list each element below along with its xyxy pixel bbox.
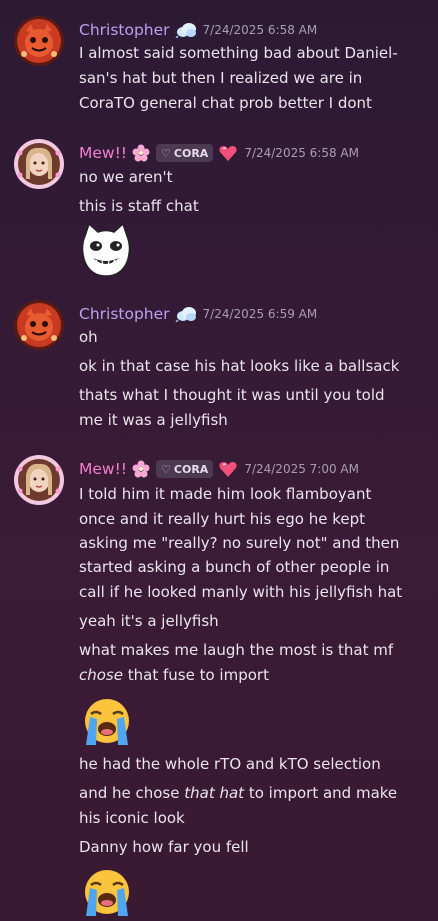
sparkling-heart-icon <box>218 460 238 478</box>
server-tag-label: CORA <box>173 462 209 476</box>
message-line: ok in that case his hat looks like a bal… <box>79 357 400 375</box>
italic-text: chose <box>79 666 123 684</box>
message-line: asking me "really? no surely not" and th… <box>79 534 400 552</box>
message-line: yeah it's a jellyfish <box>79 612 219 630</box>
timestamp: 7/24/2025 7:00 AM <box>244 462 359 476</box>
message-line: chose that fuse to import <box>79 663 429 687</box>
username[interactable]: Mew!! <box>79 144 127 162</box>
avatar-christopher[interactable] <box>14 16 64 66</box>
sparkling-heart-icon <box>218 144 238 162</box>
message-line: once and it really hurt his ego he kept <box>79 510 366 528</box>
message-line: and he chose that hat to import and make <box>79 781 429 805</box>
message-line: san's hat but then I realized we are in <box>79 69 363 87</box>
message-line: his iconic look <box>79 809 185 827</box>
message-header: Mew!! ♡ CORA <box>79 142 359 164</box>
cloud-icon <box>175 22 197 38</box>
message-line: he had the whole rTO and kTO selection <box>79 755 381 773</box>
message-line: no we aren't <box>79 168 173 186</box>
username[interactable]: Christopher <box>79 21 170 39</box>
message-line: thats what I thought it was until you to… <box>79 386 385 404</box>
heart-icon: ♡ <box>161 462 171 476</box>
cloud-icon <box>175 306 197 322</box>
message-header: Christopher 7/24/2025 6:59 AM <box>79 303 317 325</box>
message-text: that fuse to import <box>127 666 269 684</box>
message-text: to import and make <box>248 784 398 802</box>
message-line: me it was a jellyfish <box>79 411 228 429</box>
avatar-christopher[interactable] <box>14 300 64 350</box>
message-line: call if he looked manly with his jellyfi… <box>79 583 403 601</box>
timestamp: 7/24/2025 6:59 AM <box>202 307 318 321</box>
message-line: Danny how far you fell <box>79 838 249 856</box>
avatar-mew[interactable] <box>14 139 64 189</box>
cherry-blossom-icon <box>132 460 150 478</box>
message-line: what makes me laugh the most is that mf <box>79 641 394 659</box>
message-line: this is staff chat <box>79 197 199 215</box>
heart-icon: ♡ <box>161 146 171 160</box>
message-header: Mew!! ♡ CORA <box>79 458 359 480</box>
cherry-blossom-icon <box>132 144 150 162</box>
italic-text: that hat <box>184 784 245 802</box>
message-text: and he chose <box>79 784 180 802</box>
username[interactable]: Christopher <box>79 305 170 323</box>
message-line: I told him it made him look flamboyant <box>79 485 372 503</box>
server-tag[interactable]: ♡ CORA <box>156 144 214 162</box>
message-header: Christopher 7/24/2025 6:58 AM <box>79 19 317 41</box>
server-tag[interactable]: ♡ CORA <box>156 460 214 478</box>
message-line: oh <box>79 328 98 346</box>
timestamp: 7/24/2025 6:58 AM <box>244 146 359 160</box>
message-line: started asking a bunch of other people i… <box>79 558 390 576</box>
username[interactable]: Mew!! <box>79 460 127 478</box>
timestamp: 7/24/2025 6:58 AM <box>202 23 318 37</box>
cat-face-sticker[interactable] <box>79 222 133 278</box>
chat-log: Christopher 7/24/2025 6:58 AM I almost s… <box>0 0 438 921</box>
message-line: I almost said something bad about Daniel… <box>79 44 398 62</box>
loudly-crying-face-emoji <box>79 868 135 918</box>
server-tag-label: CORA <box>173 146 209 160</box>
message-line: CoraTO general chat prob better I dont <box>79 94 372 112</box>
loudly-crying-face-emoji <box>79 697 135 747</box>
avatar-mew[interactable] <box>14 455 64 505</box>
